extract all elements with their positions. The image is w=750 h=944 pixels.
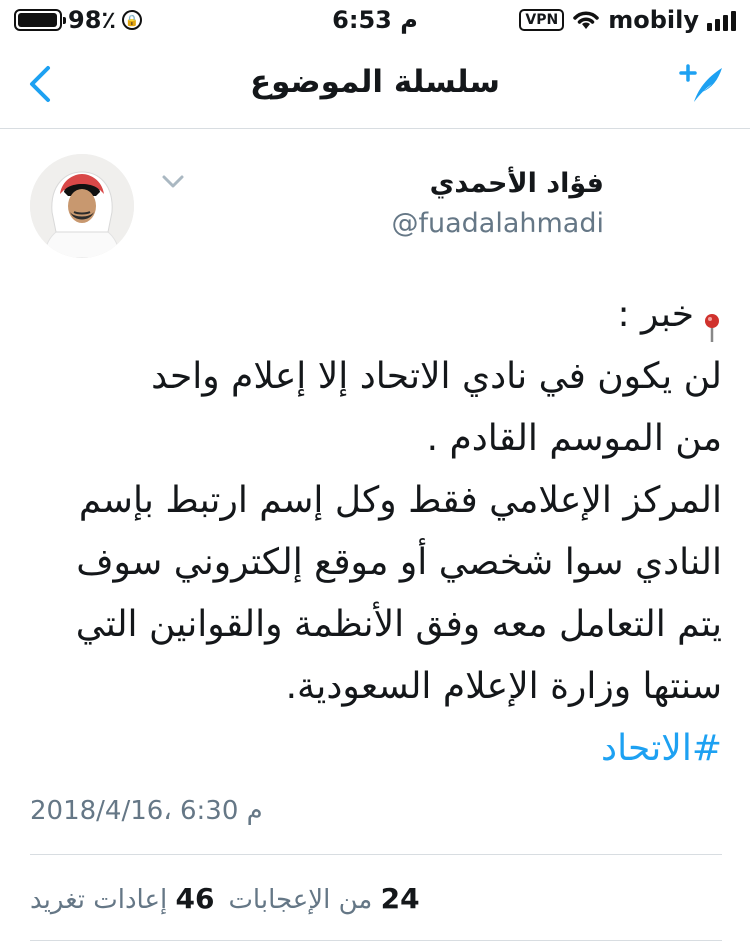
wifi-icon xyxy=(573,11,599,29)
tweet-line: لن يكون في نادي الاتحاد إلا إعلام واحد xyxy=(151,356,722,397)
compose-feather-icon xyxy=(679,64,722,102)
status-bar: 98٪ 🔒 6:53 م VPN mobily xyxy=(0,0,750,40)
carrier-name: mobily xyxy=(608,6,699,34)
nav-bar: سلسلة الموضوع xyxy=(0,40,750,129)
tweet-line: من الموسم القادم . xyxy=(426,418,722,459)
divider xyxy=(30,854,722,855)
status-right: VPN mobily xyxy=(519,6,736,34)
page-title: سلسلة الموضوع xyxy=(250,64,500,100)
likes-stat[interactable]: 24 من الإعجابات xyxy=(228,882,419,915)
vpn-badge: VPN xyxy=(519,9,565,31)
tweet-line: سنتها وزارة الإعلام السعودية. xyxy=(285,666,722,707)
tweet-line: يتم التعامل معه وفق الأنظمة والقوانين ال… xyxy=(75,604,722,645)
user-handle: @fuadalahmadi xyxy=(391,208,605,239)
retweets-stat[interactable]: 46 إعادات تغريد xyxy=(30,882,214,915)
compose-tweet-button[interactable] xyxy=(678,58,728,108)
profile-photo xyxy=(30,154,134,258)
hashtag-link[interactable]: #الاتحاد xyxy=(30,718,722,780)
likes-count: 24 xyxy=(380,882,420,915)
divider xyxy=(30,940,722,941)
retweets-count: 46 xyxy=(175,882,215,915)
retweets-label: إعادات تغريد xyxy=(30,885,168,915)
pushpin-icon xyxy=(702,301,722,342)
user-info[interactable]: فؤاد الأحمدي @fuadalahmadi xyxy=(150,166,605,242)
likes-label: من الإعجابات xyxy=(228,885,373,915)
tweet-stats: 24 من الإعجابات 46 إعادات تغريد xyxy=(30,882,420,915)
tweet-timestamp: 2018/4/16، 6:30 م xyxy=(30,796,263,826)
avatar[interactable] xyxy=(30,154,134,258)
tweet-line: النادي سوا شخصي أو موقع إلكتروني سوف xyxy=(76,542,722,583)
tweet-text: خبر : لن يكون في نادي الاتحاد إلا إعلام … xyxy=(30,284,722,780)
display-name: فؤاد الأحمدي xyxy=(429,168,604,199)
signal-icon xyxy=(707,9,736,31)
tweet-line: المركز الإعلامي فقط وكل إسم ارتبط بإسم xyxy=(78,480,722,521)
tweet-line: خبر : xyxy=(30,284,722,346)
